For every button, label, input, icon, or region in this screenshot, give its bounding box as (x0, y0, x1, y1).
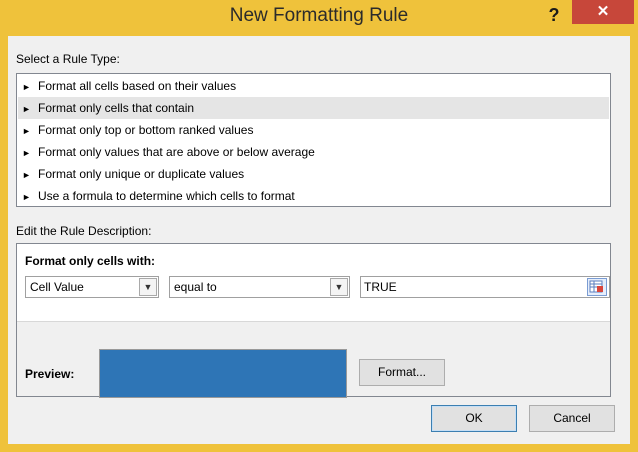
value-input[interactable]: TRUE (360, 276, 610, 298)
arrow-icon: ► (22, 148, 31, 158)
format-button-label: Format... (377, 365, 426, 379)
value-text: TRUE (364, 280, 397, 294)
arrow-icon: ► (22, 170, 31, 180)
format-only-cells-label: Format only cells with: (25, 254, 156, 268)
edit-rule-description-label: Edit the Rule Description: (16, 224, 152, 238)
rule-type-item[interactable]: ► Format only values that are above or be… (18, 141, 609, 163)
rule-type-item[interactable]: ► Format only unique or duplicate values (18, 163, 609, 185)
arrow-icon: ► (22, 192, 31, 202)
rule-type-item-selected[interactable]: ► Format only cells that contain (18, 97, 609, 119)
rule-type-item-label: Format only unique or duplicate values (38, 167, 245, 181)
operator-dropdown[interactable]: equal to ▼ (169, 276, 350, 298)
cancel-button-label: Cancel (553, 411, 591, 425)
rule-type-item-label: Format only values that are above or bel… (38, 145, 315, 159)
condition-field-value: Cell Value (30, 280, 84, 294)
chevron-down-icon[interactable]: ▼ (330, 278, 348, 296)
arrow-icon: ► (22, 126, 31, 136)
select-rule-type-label: Select a Rule Type: (16, 52, 120, 66)
ok-button-label: OK (465, 411, 483, 425)
help-button[interactable]: ? (542, 3, 566, 27)
rule-type-item-label: Use a formula to determine which cells t… (38, 189, 295, 203)
preview-swatch (99, 349, 347, 398)
condition-field-dropdown[interactable]: Cell Value ▼ (25, 276, 159, 298)
range-picker-icon[interactable] (587, 278, 607, 296)
ok-button[interactable]: OK (431, 405, 517, 432)
arrow-icon: ► (22, 104, 31, 114)
close-button[interactable]: ✕ (572, 0, 634, 24)
preview-label: Preview: (25, 367, 75, 381)
chevron-down-icon[interactable]: ▼ (139, 278, 157, 296)
rule-description-panel: Format only cells with: Cell Value ▼ equ… (16, 243, 611, 398)
dialog-body: Select a Rule Type: ► Format all cells ba… (8, 36, 630, 444)
arrow-icon: ► (22, 82, 31, 92)
rule-type-list[interactable]: ► Format all cells based on their values … (16, 73, 611, 207)
operator-value: equal to (174, 280, 217, 294)
rule-type-item-label: Format only top or bottom ranked values (38, 123, 254, 137)
cancel-button[interactable]: Cancel (529, 405, 615, 432)
rule-type-item-label: Format only cells that contain (38, 101, 195, 115)
close-icon: ✕ (596, 3, 610, 20)
title-bar[interactable]: New Formatting Rule ? ✕ (0, 0, 638, 36)
new-formatting-rule-dialog: New Formatting Rule ? ✕ Select a Rule Ty… (0, 0, 638, 452)
rule-type-item[interactable]: ► Format all cells based on their values (18, 75, 609, 97)
format-button[interactable]: Format... (359, 359, 445, 386)
rule-type-item[interactable]: ► Format only top or bottom ranked values (18, 119, 609, 141)
condition-area: Format only cells with: Cell Value ▼ equ… (17, 244, 610, 322)
rule-type-item-label: Format all cells based on their values (38, 79, 237, 93)
rule-type-item[interactable]: ► Use a formula to determine which cells … (18, 185, 609, 207)
range-picker-glyph (589, 280, 603, 293)
